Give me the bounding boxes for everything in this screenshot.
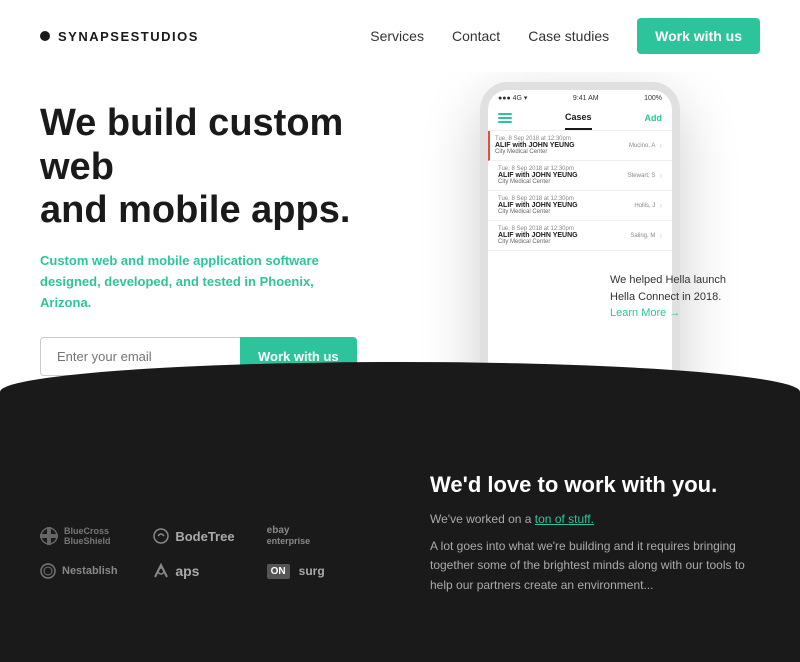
nav-links: Services Contact Case studies Work with … — [370, 18, 760, 54]
aps-icon — [153, 563, 169, 579]
table-row: Tue, 8 Sep 2018 at 12:30pm ALIF with JOH… — [488, 191, 672, 221]
dark-right-content: We'd love to work with you. We've worked… — [410, 442, 800, 662]
logos-section: BlueCross BlueShield BodeTree ebayenterp… — [0, 442, 410, 662]
navbar: SYNAPSESTUDIOS Services Contact Case stu… — [0, 0, 800, 72]
phone-tab-cases[interactable]: Cases — [565, 106, 592, 130]
dark-body-link[interactable]: ton of stuff. — [535, 512, 594, 526]
side-note-text: We helped Hella launch Hella Connect in … — [610, 272, 740, 305]
logo-bodetree: BodeTree — [153, 528, 256, 544]
dark-section: BlueCross BlueShield BodeTree ebayenterp… — [0, 442, 800, 662]
phone-tabs: Cases Add — [488, 106, 672, 131]
logo-aps: aps — [153, 563, 256, 579]
nav-link-contact[interactable]: Contact — [452, 28, 500, 44]
nestablish-icon — [40, 563, 56, 579]
table-row: Tue, 8 Sep 2018 at 12:30pm ALIF with JOH… — [488, 161, 672, 191]
bodetree-icon — [153, 528, 169, 544]
side-note: We helped Hella launch Hella Connect in … — [610, 272, 740, 322]
nav-link-case-studies[interactable]: Case studies — [528, 28, 609, 44]
nav-cta-button[interactable]: Work with us — [637, 18, 760, 54]
logo-text: SYNAPSESTUDIOS — [58, 29, 199, 44]
logo-ebay: ebayenterprise — [267, 525, 370, 547]
side-note-link[interactable]: Learn More → — [610, 307, 680, 319]
phone-tab-add[interactable]: Add — [645, 107, 663, 129]
hero-title: We build custom web and mobile apps. — [40, 102, 400, 233]
bluecross-icon — [40, 527, 58, 545]
phone-menu-icon[interactable] — [498, 113, 512, 123]
nav-link-services[interactable]: Services — [370, 28, 424, 44]
logo: SYNAPSESTUDIOS — [40, 29, 199, 44]
hero-section: We build custom web and mobile apps. Cus… — [0, 72, 800, 442]
hero-subtitle: Custom web and mobile application softwa… — [40, 251, 360, 313]
hero-wave — [0, 362, 800, 442]
phone-battery: 100% — [644, 95, 662, 102]
logo-dot — [40, 31, 50, 41]
logo-bluecross: BlueCross BlueShield — [40, 526, 143, 546]
dark-body-1: We've worked on a ton of stuff. — [430, 510, 760, 529]
logo-nestablish: Nestablish — [40, 563, 143, 579]
dark-body-2: A lot goes into what we're building and … — [430, 537, 760, 595]
table-row: Tue, 8 Sep 2018 at 12:30pm ALIF with JOH… — [488, 221, 672, 251]
phone-signal: ●●● 4G ▾ — [498, 94, 527, 102]
logo-onsurg: ON surg — [267, 564, 370, 579]
dark-title: We'd love to work with you. — [430, 472, 760, 498]
table-row: Tue, 8 Sep 2018 at 12:30pm ALIF with JOH… — [488, 131, 672, 161]
phone-status-bar: ●●● 4G ▾ 9:41 AM 100% — [488, 90, 672, 106]
phone-time: 9:41 AM — [573, 95, 599, 102]
partner-logos-grid: BlueCross BlueShield BodeTree ebayenterp… — [40, 525, 370, 579]
